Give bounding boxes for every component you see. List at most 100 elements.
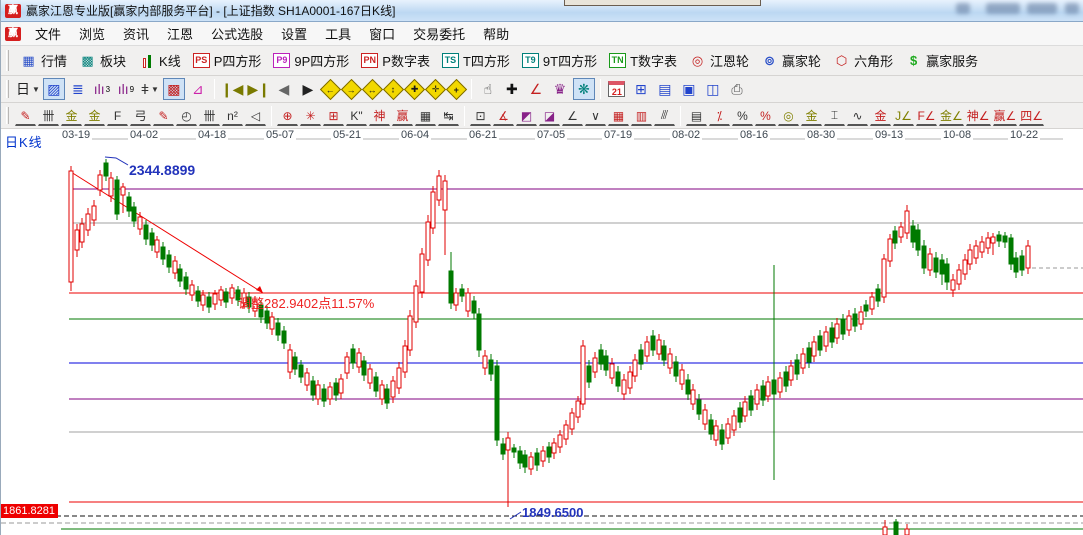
diamond-zoom-button[interactable]: +	[446, 78, 467, 99]
draw-tool-button-20[interactable]: ↹	[438, 105, 459, 126]
menu-item-5[interactable]: 公式选股	[202, 22, 272, 45]
draw-tool-button-30[interactable]: ⫻	[654, 105, 675, 126]
draw-tool-button-1[interactable]: ✎	[15, 105, 36, 126]
calculator-button[interactable]: ⊞	[630, 78, 652, 100]
draw-tool-button-35[interactable]: %	[755, 105, 776, 126]
draw-tool-button-38[interactable]: ⌶	[824, 105, 845, 126]
pattern-view-button[interactable]: ▨	[43, 78, 65, 100]
draw-tool-button-13[interactable]: ⊕	[277, 105, 298, 126]
draw-tool-button-10[interactable]: n²	[222, 105, 243, 126]
period-day-dropdown[interactable]: 日▼	[15, 78, 41, 100]
prev-bar-button[interactable]: ◀	[273, 78, 295, 100]
chart9-button[interactable]: ılı9	[115, 78, 137, 100]
draw-tool-button-43[interactable]: 金∠	[939, 105, 964, 126]
draw-tool-button-11[interactable]: ◁	[245, 105, 266, 126]
draw-tool-button-16[interactable]: K"	[346, 105, 367, 126]
diamond-left-button[interactable]: ←	[320, 78, 341, 99]
draw-tool-button-19[interactable]: ▦	[415, 105, 436, 126]
draw-tool-button-6[interactable]: 弓	[130, 105, 151, 126]
draw-tool-button-46[interactable]: 四∠	[1019, 105, 1044, 126]
histogram-button[interactable]: ⊿	[187, 78, 209, 100]
toolbar-grip[interactable]	[6, 107, 9, 125]
candle-style-dropdown[interactable]: ǂ▼	[139, 78, 161, 100]
diamond-right-button[interactable]: →	[341, 78, 362, 99]
toolbar-button-pn-table[interactable]: PNP数字表	[355, 49, 436, 72]
draw-tool-button-25[interactable]: ◪	[539, 105, 560, 126]
menu-item-7[interactable]: 工具	[316, 22, 360, 45]
menu-item-10[interactable]: 帮助	[474, 22, 518, 45]
toolbar-button-p9-square[interactable]: P99P四方形	[267, 49, 355, 72]
window-control-blur-2[interactable]	[986, 3, 1020, 14]
draw-tool-button-7[interactable]: ✎	[153, 105, 174, 126]
toolbar-button-gann-wheel[interactable]: ◎江恩轮	[683, 49, 755, 72]
draw-tool-button-17[interactable]: 神	[369, 105, 390, 126]
toolbar-button-tn-table[interactable]: TNT数字表	[603, 49, 683, 72]
draw-tool-button-3[interactable]: 金	[61, 105, 82, 126]
diamond-expand-button[interactable]: ✚	[404, 78, 425, 99]
quote-list-button[interactable]: ≣	[67, 78, 89, 100]
draw-tool-button-40[interactable]: 金	[870, 105, 891, 126]
draw-tool-button-33[interactable]: ⁒	[709, 105, 730, 126]
draw-tool-button-45[interactable]: 赢∠	[993, 105, 1018, 126]
toolbar-grip[interactable]	[6, 50, 9, 70]
title-bar[interactable]: 赢 赢家江恩专业版[赢家内部服务平台] - [上证指数 SH1A0001-167…	[1, 0, 1083, 22]
crosshair-tool-button[interactable]: ✚	[501, 78, 523, 100]
draw-tool-button-8[interactable]: ◴	[176, 105, 197, 126]
draw-tool-button-9[interactable]: 卌	[199, 105, 220, 126]
notes-button[interactable]: ▤	[654, 78, 676, 100]
draw-tool-button-34[interactable]: %	[732, 105, 753, 126]
draw-tool-button-18[interactable]: 赢	[392, 105, 413, 126]
menu-item-1[interactable]: 文件	[26, 22, 70, 45]
candlestick-plot[interactable]	[1, 129, 1083, 535]
crown-tool-button[interactable]: ♛	[549, 78, 571, 100]
window-control-blur-4[interactable]	[1065, 3, 1079, 14]
draw-tool-button-14[interactable]: ✳	[300, 105, 321, 126]
last-bar-button[interactable]: ▶❙	[246, 78, 271, 100]
menu-item-2[interactable]: 浏览	[70, 22, 114, 45]
toolbar-button-kline[interactable]: K线	[132, 49, 187, 72]
kline-chart-area[interactable]: 日K线 1861.8281 03-1904-0204-1805-0705-210…	[1, 129, 1083, 535]
diamond-hscroll-button[interactable]: ↔	[362, 78, 383, 99]
draw-tool-button-42[interactable]: F∠	[916, 105, 937, 126]
draw-tool-button-37[interactable]: 金	[801, 105, 822, 126]
calendar-button[interactable]: 21	[606, 78, 628, 100]
menu-item-9[interactable]: 交易委托	[404, 22, 474, 45]
draw-tool-button-5[interactable]: F	[107, 105, 128, 126]
menu-item-3[interactable]: 资讯	[114, 22, 158, 45]
menu-item-8[interactable]: 窗口	[360, 22, 404, 45]
network-button[interactable]: ◫	[702, 78, 724, 100]
diamond-center-button[interactable]: ✛	[425, 78, 446, 99]
hand-tool-button[interactable]: ☝	[477, 78, 499, 100]
toolbar-button-winner-service[interactable]: $赢家服务	[899, 49, 984, 72]
draw-tool-button-29[interactable]: ▥	[631, 105, 652, 126]
draw-tool-button-27[interactable]: ∨	[585, 105, 606, 126]
toolbar-button-ps-square[interactable]: PSP四方形	[187, 49, 268, 72]
pattern-select-button[interactable]: ❋	[573, 78, 595, 100]
toolbar-button-winner-wheel[interactable]: ⊚赢家轮	[755, 49, 827, 72]
draw-tool-button-32[interactable]: ▤	[686, 105, 707, 126]
save-button[interactable]: ▣	[678, 78, 700, 100]
draw-tool-button-28[interactable]: ▦	[608, 105, 629, 126]
draw-tool-button-44[interactable]: 神∠	[966, 105, 991, 126]
diamond-vscroll-button[interactable]: ↕	[383, 78, 404, 99]
draw-tool-button-22[interactable]: ⊡	[470, 105, 491, 126]
draw-tool-button-4[interactable]: 金	[84, 105, 105, 126]
angle-measure-button[interactable]: ∠	[525, 78, 547, 100]
toolbar-button-t9-square[interactable]: T99T四方形	[516, 49, 603, 72]
draw-tool-button-36[interactable]: ◎	[778, 105, 799, 126]
toolbar-button-market-grid[interactable]: ▦行情	[14, 49, 73, 72]
window-control-blur-1[interactable]	[956, 3, 970, 14]
toolbar-button-ts-square[interactable]: TST四方形	[436, 49, 516, 72]
chart3-button[interactable]: ılı3	[91, 78, 113, 100]
draw-tool-button-23[interactable]: ∡	[493, 105, 514, 126]
menu-item-6[interactable]: 设置	[272, 22, 316, 45]
draw-tool-button-2[interactable]: 卌	[38, 105, 59, 126]
draw-tool-button-41[interactable]: J∠	[893, 105, 914, 126]
menu-item-4[interactable]: 江恩	[158, 22, 202, 45]
window-control-blur-3[interactable]	[1027, 3, 1057, 14]
next-bar-button[interactable]: ▶	[297, 78, 319, 100]
toolbar-button-hexagon[interactable]: ⬡六角形	[827, 49, 899, 72]
red-pattern-button[interactable]: ▩	[163, 78, 185, 100]
draw-tool-button-39[interactable]: ∿	[847, 105, 868, 126]
draw-tool-button-24[interactable]: ◩	[516, 105, 537, 126]
